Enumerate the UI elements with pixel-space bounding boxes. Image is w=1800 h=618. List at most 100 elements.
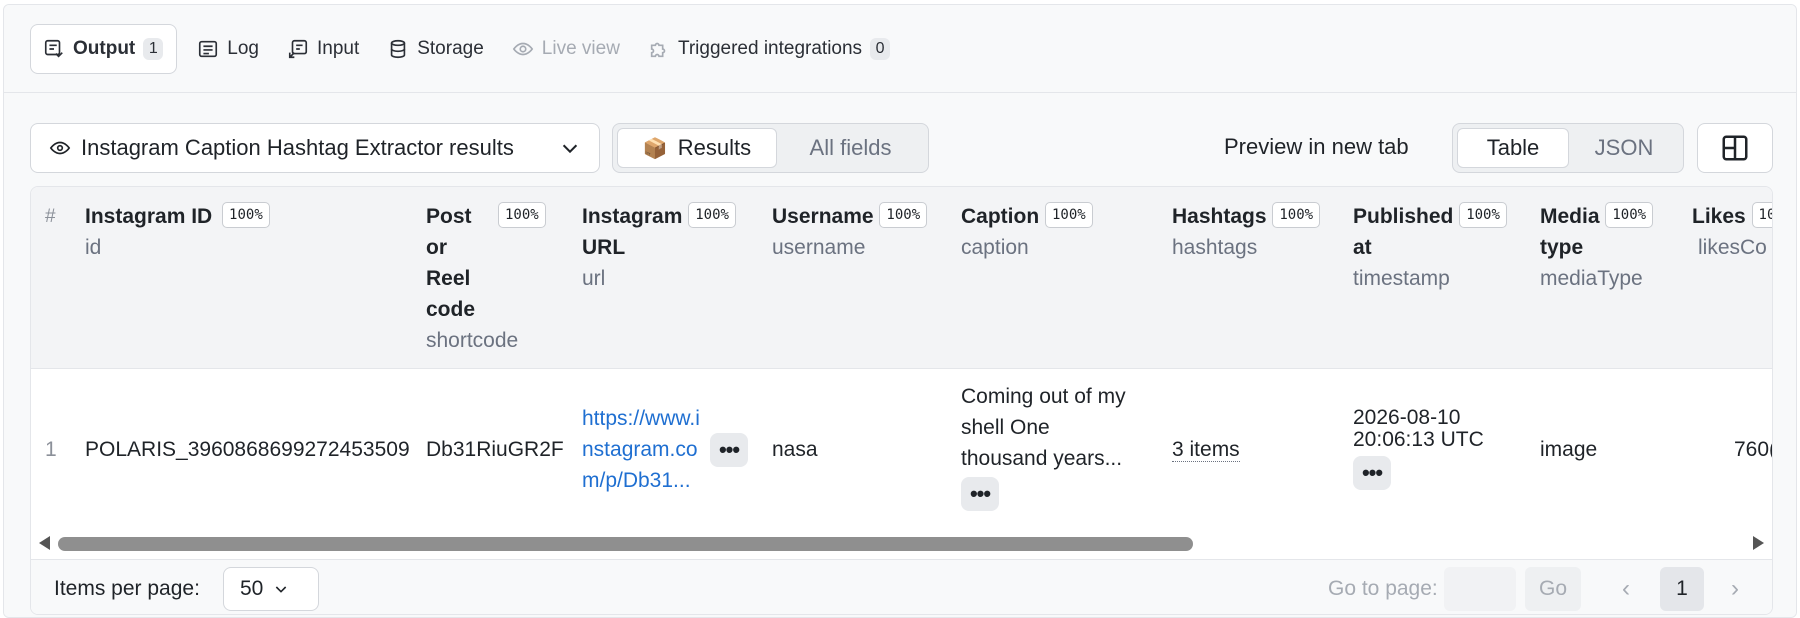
column-title: Username — [772, 205, 874, 228]
tab-output-label: Output — [73, 38, 136, 59]
run-detail-panel: Output 1 Log Input Storage Live view Tri… — [3, 4, 1797, 618]
scroll-right-arrow-icon[interactable] — [1753, 536, 1764, 550]
layout-icon — [1722, 135, 1748, 161]
puzzle-icon — [650, 42, 666, 58]
current-page-button[interactable]: 1 — [1660, 567, 1704, 611]
results-table: # Instagram ID 100% id Post or Reel code… — [30, 186, 1773, 615]
cell-timestamp: 2026-08-10 20:06:13 UTC — [1353, 407, 1484, 451]
column-header-hashtags[interactable]: Hashtags 100% hashtags — [1172, 201, 1352, 263]
column-key: caption — [961, 236, 1029, 259]
eye-icon — [49, 141, 71, 155]
tab-input[interactable]: Input — [273, 24, 373, 74]
column-key: shortcode — [426, 329, 519, 352]
tab-triggered-integrations[interactable]: Triggered integrations 0 — [634, 24, 904, 74]
log-icon — [199, 40, 218, 58]
cell-caption-line: Coming out of my — [961, 385, 1126, 408]
fill-rate-badge: 100% — [1605, 202, 1654, 228]
fill-rate-badge: 100% — [222, 202, 270, 228]
timestamp-more-button[interactable]: ••• — [1353, 456, 1391, 490]
chevron-down-icon — [276, 586, 287, 593]
column-title-line: Published — [1353, 205, 1454, 228]
cell-url-link[interactable]: https://www.i nstagram.co m/p/Db31... — [582, 403, 712, 496]
column-key: id — [85, 236, 102, 259]
items-per-page-label: Items per page: — [54, 577, 200, 600]
cell-timestamp-line: 2026-08-10 — [1353, 406, 1461, 429]
cell-url-line: m/p/Db31... — [582, 469, 691, 492]
column-title: Instagram ID — [85, 205, 213, 228]
fill-rate-badge: 100% — [688, 202, 736, 228]
column-header-url[interactable]: Instagram 100% URL url — [582, 201, 762, 294]
tab-triggered-integrations-label: Triggered integrations — [677, 38, 863, 59]
horizontal-scrollbar[interactable] — [31, 529, 1772, 559]
column-header-id[interactable]: Instagram ID 100% id — [85, 201, 375, 263]
tab-input-label: Input — [316, 38, 360, 59]
column-title-line: Media — [1540, 205, 1600, 228]
column-header-username[interactable]: Username 100% username — [772, 201, 952, 263]
results-option[interactable]: 📦 Results — [617, 128, 777, 168]
all-fields-option[interactable]: All fields — [777, 128, 924, 168]
fill-rate-badge: 100% — [498, 202, 546, 228]
tab-live-view[interactable]: Live view — [498, 24, 634, 74]
storage-icon — [390, 39, 406, 59]
column-title-line: type — [1540, 236, 1584, 259]
chevron-down-icon — [562, 144, 578, 154]
column-title-line: at — [1353, 236, 1372, 259]
items-per-page-select[interactable]: 50 — [223, 567, 319, 611]
cell-likes: 760( — [1734, 438, 1773, 461]
column-header-mediatype[interactable]: Media 100% type mediaType — [1540, 201, 1680, 294]
column-key: mediaType — [1540, 267, 1643, 290]
caption-more-button[interactable]: ••• — [961, 477, 999, 511]
column-title-line: URL — [582, 236, 626, 259]
column-key: hashtags — [1172, 236, 1258, 259]
table-row: 1 POLARIS_3960868699272453509 Db31RiuGR2… — [31, 370, 1772, 530]
cell-url-line: nstagram.co — [582, 438, 698, 461]
next-page-chevron-icon[interactable]: › — [1713, 567, 1757, 611]
fill-rate-badge: 100% — [1045, 202, 1093, 228]
pagination-footer: Items per page: 50 Go to page: Go ‹ 1 › — [31, 559, 1772, 614]
column-header-caption[interactable]: Caption 100% caption — [961, 201, 1141, 263]
preview-in-new-tab-link[interactable]: Preview in new tab — [1224, 134, 1409, 160]
tab-storage[interactable]: Storage — [373, 24, 498, 74]
output-content: Instagram Caption Hashtag Extractor resu… — [4, 94, 1796, 617]
results-option-label: Results — [677, 135, 752, 160]
column-key: username — [772, 236, 866, 259]
row-index: 1 — [45, 438, 57, 461]
cell-caption: Coming out of my shell One thousand year… — [961, 381, 1141, 474]
cell-shortcode: Db31RiuGR2F — [426, 438, 564, 461]
tab-log-label: Log — [227, 38, 259, 59]
column-header-shortcode-badge-holder: 100% — [498, 201, 546, 232]
tab-storage-label: Storage — [417, 38, 484, 59]
dataset-view-select[interactable]: Instagram Caption Hashtag Extractor resu… — [30, 123, 600, 173]
column-key: likesCo — [1698, 236, 1767, 259]
input-icon — [288, 39, 308, 59]
output-icon — [44, 39, 63, 58]
table-format-option[interactable]: Table — [1457, 128, 1569, 168]
table-header: # Instagram ID 100% id Post or Reel code… — [31, 187, 1772, 369]
scroll-left-arrow-icon[interactable] — [39, 536, 50, 550]
json-format-option[interactable]: JSON — [1569, 128, 1679, 168]
fill-rate-badge: 100% — [1272, 202, 1321, 228]
fill-rate-badge: 100% — [1459, 202, 1507, 228]
column-header-timestamp[interactable]: Published 100% at timestamp — [1353, 201, 1533, 294]
go-button[interactable]: Go — [1525, 567, 1581, 611]
column-header-shortcode[interactable]: Post or Reel code shortcode — [426, 201, 518, 356]
hashtags-items-link[interactable]: 3 items — [1172, 438, 1240, 462]
items-per-page-value: 50 — [240, 577, 264, 600]
cell-id: POLARIS_3960868699272453509 — [85, 438, 410, 461]
scrollbar-thumb[interactable] — [58, 537, 1193, 551]
layout-toggle-button[interactable] — [1697, 123, 1773, 173]
fill-rate-badge: 100% — [879, 202, 928, 228]
go-to-page-input[interactable] — [1444, 567, 1516, 611]
cell-hashtags: 3 items — [1172, 434, 1240, 465]
tab-triggered-integrations-count: 0 — [870, 38, 891, 60]
fill-rate-badge: 10 — [1751, 202, 1772, 228]
tab-log[interactable]: Log — [183, 24, 273, 74]
column-header-likes[interactable]: Likes 10 likesCo — [1692, 201, 1772, 263]
tab-output[interactable]: Output 1 — [30, 24, 178, 74]
url-more-button[interactable]: ••• — [710, 433, 748, 467]
run-tabs-bar: Output 1 Log Input Storage Live view Tri… — [4, 5, 1796, 93]
column-title-line: Instagram — [582, 205, 683, 228]
previous-page-chevron-icon[interactable]: ‹ — [1604, 567, 1648, 611]
format-toggle: Table JSON — [1452, 123, 1684, 173]
cell-username: nasa — [772, 438, 818, 461]
